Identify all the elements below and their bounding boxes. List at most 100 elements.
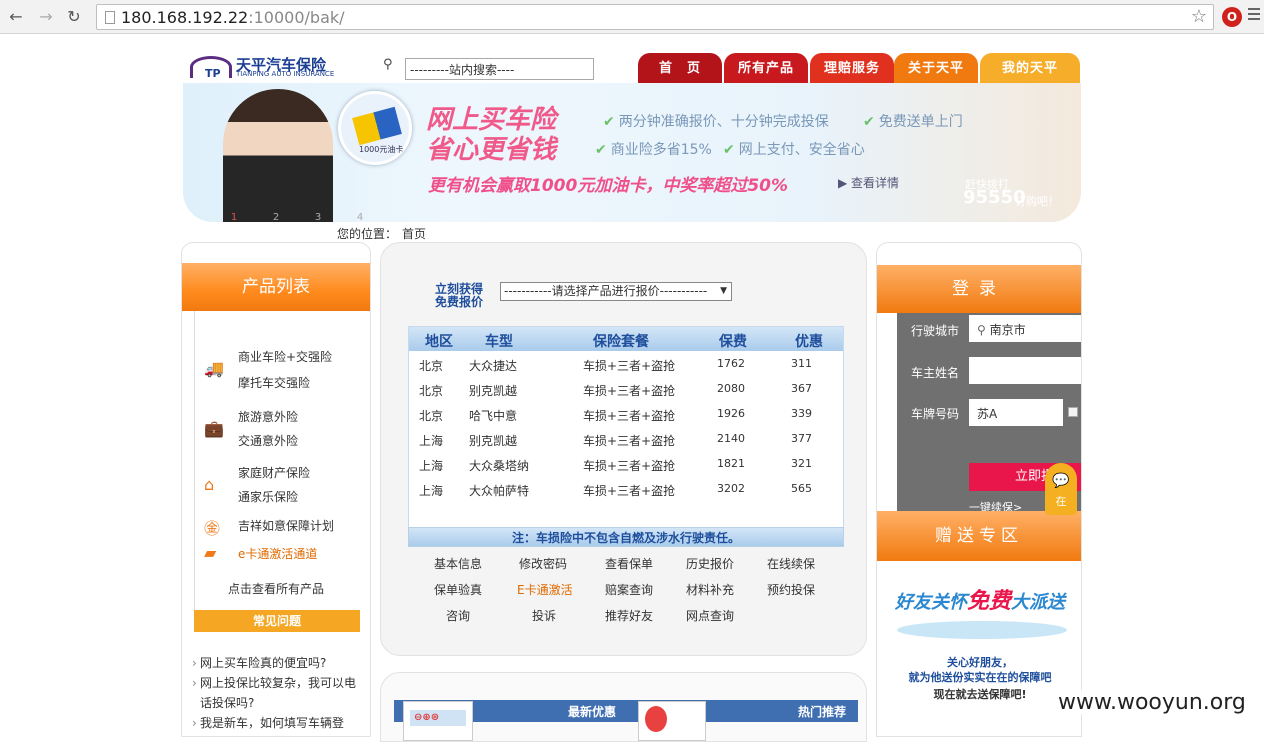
- city-label: 行驶城市: [911, 324, 960, 338]
- pager-dot[interactable]: 4: [339, 212, 381, 222]
- product-link[interactable]: 吉祥如意保障计划: [238, 517, 334, 534]
- faq-item[interactable]: 网上投保比较复杂，我可以电话投保吗?: [192, 673, 360, 713]
- owner-name-field[interactable]: [969, 357, 1081, 384]
- link-ecard-activate[interactable]: E卡通激活: [517, 581, 573, 598]
- link-verify-policy[interactable]: 保单验真: [434, 581, 482, 598]
- table-row[interactable]: 上海 大众桑塔纳 车损+三者+盗抢 1821 321: [409, 452, 843, 477]
- link-branch-query[interactable]: 网点查询: [686, 607, 734, 624]
- banner-headline: 网上买车险 省心更省钱: [426, 105, 557, 165]
- product-list-panel: 产品列表 🚚 商业车险+交强险 摩托车交强险 💼 旅游意外险 交通意外险 ⌂ 家…: [181, 242, 371, 737]
- product-link[interactable]: 摩托车交强险: [238, 374, 310, 391]
- breadcrumb-label: 您的位置：: [337, 227, 398, 241]
- product-link[interactable]: 家庭财产保险: [238, 464, 310, 481]
- banner-detail-link[interactable]: ▶ 查看详情: [838, 174, 899, 191]
- city-field[interactable]: ⚲ 南京市: [969, 315, 1081, 342]
- luck-icon: ㊎: [204, 519, 221, 538]
- logo-subtitle: TIANPING AUTO INSURANCE: [236, 70, 335, 78]
- faq-item[interactable]: 我是新车，如何填写车辆登: [192, 713, 360, 733]
- quote-panel: 立刻获得 免费报价 -----------请选择产品进行报价-----------…: [380, 242, 867, 656]
- nav-tab-home[interactable]: 首 页: [638, 53, 722, 83]
- table-row[interactable]: 上海 大众帕萨特 车损+三者+盗抢 3202 565: [409, 477, 843, 502]
- gift-line: 就为他送份实实在在的保障吧: [908, 671, 1052, 684]
- table-header: 地区 车型 保险套餐 保费 优惠: [409, 327, 843, 351]
- banner-feature: ✔ 商业险多省15%: [595, 142, 712, 158]
- address-bar[interactable]: 180.168.192.22:10000/bak/ ☆: [96, 4, 1214, 30]
- nav-tab-my[interactable]: 我的天平: [980, 53, 1080, 83]
- tab-hot-picks[interactable]: 热门推荐: [798, 703, 846, 720]
- nav-tab-about[interactable]: 关于天平: [894, 53, 978, 83]
- promo-panel: 最新优惠 热门推荐 ⊖⊕⊛: [380, 672, 867, 742]
- reload-icon[interactable]: ↻: [64, 7, 84, 27]
- link-supplement[interactable]: 材料补充: [686, 581, 734, 598]
- gift-banner[interactable]: 好友关怀免费大派送 关心好朋友， 就为他送份实实在在的保障吧 现在就去送保障吧!: [877, 563, 1081, 736]
- link-quote-history[interactable]: 历史报价: [686, 555, 734, 572]
- back-icon[interactable]: ←: [6, 7, 26, 27]
- ecard-activate-link[interactable]: e卡通激活通道: [238, 545, 317, 562]
- pager-dot[interactable]: 3: [297, 212, 339, 222]
- banner-pager: 1234: [213, 209, 381, 222]
- gift-slogan: 好友关怀免费大派送: [894, 589, 1065, 614]
- table-row[interactable]: 北京 别克凯越 车损+三者+盗抢 2080 367: [409, 377, 843, 402]
- banner-feature: ✔ 网上支付、安全省心: [723, 142, 865, 158]
- fuel-card-image: 1000元油卡: [338, 91, 412, 165]
- banner-feature: ✔ 两分钟准确报价、十分钟完成投保: [603, 114, 829, 130]
- watermark: www.wooyun.org: [1058, 690, 1246, 715]
- url-text: 180.168.192.22:10000/bak/: [121, 8, 345, 27]
- faq-item[interactable]: 网上买车险真的便宜吗?: [192, 653, 360, 673]
- link-online-renew[interactable]: 在线续保: [767, 555, 815, 572]
- product-link[interactable]: 商业车险+交强险: [238, 348, 332, 365]
- menu-icon[interactable]: [1248, 8, 1260, 23]
- promo-banner[interactable]: 1000元油卡 网上买车险 省心更省钱 ✔ 两分钟准确报价、十分钟完成投保 ✔ 免费送…: [183, 83, 1081, 222]
- luggage-icon: 💼: [204, 419, 224, 438]
- car-icon: 🚚: [204, 359, 224, 378]
- plate-checkbox[interactable]: [1068, 407, 1078, 417]
- link-refer-friend[interactable]: 推荐好友: [605, 607, 653, 624]
- gift-title: 赠送专区: [877, 511, 1081, 561]
- link-change-password[interactable]: 修改密码: [519, 555, 567, 572]
- product-link[interactable]: 通家乐保险: [238, 488, 298, 505]
- link-complaint[interactable]: 投诉: [532, 607, 556, 624]
- chat-widget[interactable]: 💬 在: [1045, 463, 1077, 515]
- play-icon: ▶: [838, 176, 852, 190]
- product-link[interactable]: 交通意外险: [238, 432, 298, 449]
- banner-promo: 更有机会赢取1000元加油卡，中奖率超过50%: [428, 176, 789, 196]
- link-consult[interactable]: 咨询: [446, 607, 470, 624]
- all-products-link[interactable]: 点击查看所有产品: [228, 580, 324, 597]
- gift-line: 现在就去送保障吧!: [933, 688, 1027, 701]
- breadcrumb-home[interactable]: 首页: [402, 225, 426, 242]
- browser-toolbar: ← → ↻ 180.168.192.22:10000/bak/ ☆ O: [0, 0, 1264, 34]
- link-basic-info[interactable]: 基本信息: [434, 555, 482, 572]
- hotline-suffix: 订购吧！: [1015, 195, 1059, 208]
- offer-thumbnail[interactable]: ⊖⊕⊛: [403, 701, 473, 741]
- search-input[interactable]: [405, 58, 594, 80]
- nav-tab-claims[interactable]: 理赔服务: [810, 53, 894, 83]
- search-icon[interactable]: ⚲: [383, 57, 393, 72]
- plate-label: 车牌号码: [911, 407, 960, 421]
- plate-field[interactable]: 苏A: [969, 399, 1063, 426]
- product-select[interactable]: -----------请选择产品进行报价-----------: [500, 282, 732, 301]
- link-book-insurance[interactable]: 预约投保: [767, 581, 815, 598]
- bookmark-star-icon[interactable]: ☆: [1191, 6, 1207, 27]
- table-row[interactable]: 北京 大众捷达 车损+三者+盗抢 1762 311: [409, 352, 843, 377]
- site-logo[interactable]: TP 天平汽车保险 TIANPING AUTO INSURANCE: [190, 52, 340, 80]
- link-view-policy[interactable]: 查看保单: [605, 555, 653, 572]
- table-row[interactable]: 上海 别克凯越 车损+三者+盗抢 2140 377: [409, 427, 843, 452]
- login-title: 登录: [877, 265, 1081, 313]
- product-list-title: 产品列表: [182, 263, 370, 311]
- gift-line: 关心好朋友，: [947, 656, 1013, 669]
- product-link[interactable]: 旅游意外险: [238, 408, 298, 425]
- hot-thumbnail[interactable]: [638, 701, 706, 741]
- chat-icon: 💬: [1052, 473, 1070, 489]
- owner-label: 车主姓名: [911, 366, 960, 380]
- faq-title: 常见问题: [194, 610, 360, 632]
- pager-dot[interactable]: 2: [255, 212, 297, 222]
- forward-icon[interactable]: →: [36, 7, 56, 27]
- table-row[interactable]: 北京 哈飞中意 车损+三者+盗抢 1926 339: [409, 402, 843, 427]
- extension-icon[interactable]: O: [1222, 7, 1242, 27]
- tab-latest-offers[interactable]: 最新优惠: [568, 703, 616, 720]
- link-claim-query[interactable]: 赔案查询: [605, 581, 653, 598]
- nav-tab-products[interactable]: 所有产品: [724, 53, 808, 83]
- pager-dot[interactable]: 1: [213, 212, 255, 222]
- table-note: 注：车损险中不包含自燃及涉水行驶责任。: [408, 527, 844, 547]
- logo-mark-icon: TP: [190, 56, 232, 80]
